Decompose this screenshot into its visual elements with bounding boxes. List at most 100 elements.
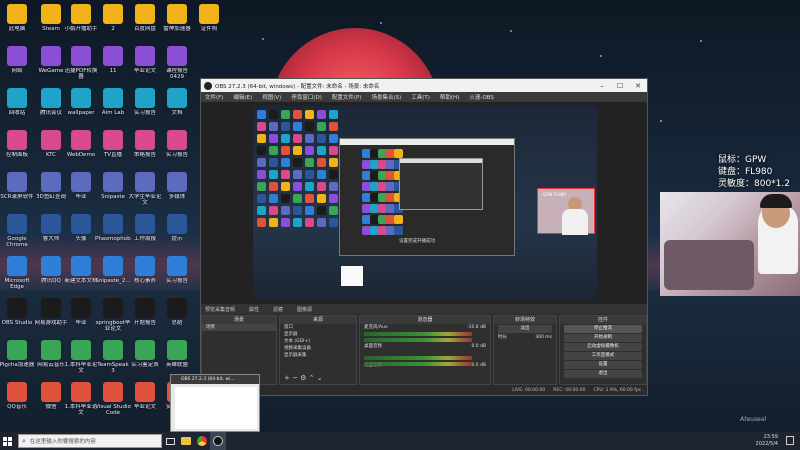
mixer-slider[interactable] xyxy=(364,338,472,342)
desktop-icon[interactable]: Snipaste xyxy=(96,170,130,211)
desktop-icon[interactable]: 1.本科毕业论文 xyxy=(64,380,98,421)
source-item[interactable]: 视频采集设备 xyxy=(280,345,356,352)
desktop-icon[interactable]: 证件照 xyxy=(192,2,226,43)
minimize-icon[interactable]: – xyxy=(593,82,611,90)
taskbar-thumbnail[interactable]: OBS 27.2.3 (64-bit, wi... xyxy=(170,374,260,432)
desktop-icon[interactable]: Aim Lab xyxy=(96,86,130,127)
desktop-icon[interactable]: TV直播 xyxy=(96,128,130,169)
settings-button[interactable]: 设置 xyxy=(564,361,642,369)
gear-overlay: 鼠标：GPW 键盘：FL980 灵敏度：800*1.2 xyxy=(718,154,790,190)
source-item[interactable]: 显示器采集 xyxy=(280,352,356,359)
obs-title: OBS 27.2.3 (64-bit, windows) - 配置文件: 未命名… xyxy=(215,83,380,90)
desktop-icon[interactable]: 实习报告 xyxy=(128,86,162,127)
notification-icon[interactable] xyxy=(786,436,794,445)
start-virtual-camera-button[interactable]: 启动虚拟摄像机 xyxy=(564,343,642,351)
desktop-icon[interactable]: springboot毕业论文 xyxy=(95,296,131,337)
desktop-icon[interactable]: 课程报告 0429 xyxy=(160,44,194,85)
desktop-icon[interactable]: 总结 xyxy=(160,296,194,337)
filters-button[interactable]: 滤镜 xyxy=(273,306,283,313)
desktop-icon[interactable]: Visual Studio Code xyxy=(95,380,131,421)
menu-tools[interactable]: 工具(T) xyxy=(411,93,430,101)
desktop-icon[interactable]: 工作周报 xyxy=(128,212,162,253)
desktop-icon[interactable]: 文档 xyxy=(160,86,194,127)
desktop-icon[interactable]: 毕业 xyxy=(64,296,98,337)
studio-mode-button[interactable]: 工作室模式 xyxy=(564,352,642,360)
desktop-icon[interactable]: WebDemo xyxy=(64,128,98,169)
image-source-button[interactable]: 图像源 xyxy=(297,306,312,313)
desktop-icon[interactable]: 1.本科毕业论文 xyxy=(64,338,98,379)
obs-preview-area: 设置完成开播成功 GPW FL980 xyxy=(201,102,647,304)
desktop-icon[interactable]: 百度网盘 xyxy=(128,2,162,43)
desktop-icon[interactable]: 雷神加速器 xyxy=(160,2,194,43)
chrome-icon[interactable] xyxy=(194,432,210,450)
task-view-icon[interactable] xyxy=(162,432,178,450)
exit-button[interactable]: 退出 xyxy=(564,370,642,378)
desktop-icon[interactable]: 小鹅开播助手 xyxy=(64,2,98,43)
menu-huosu[interactable]: 火速-OBS xyxy=(469,93,493,101)
scene-item[interactable]: 场景 xyxy=(202,324,276,331)
desktop-icon[interactable]: Snipaste_2... xyxy=(95,254,131,295)
desktop-icon[interactable]: wallpaper xyxy=(64,86,98,127)
desktop-icon[interactable]: OBS Studio xyxy=(0,296,34,337)
desktop-icon[interactable]: 毕业论文 xyxy=(128,380,162,421)
obs-taskbar-icon[interactable] xyxy=(210,432,226,450)
desktop-icon[interactable]: 大学生毕业论文 xyxy=(128,170,162,211)
desktop-icon[interactable]: Phasmophobia xyxy=(95,212,131,253)
source-item[interactable]: 文本 (GDI+) xyxy=(280,338,356,345)
desktop-icon[interactable]: 开题报告 xyxy=(128,296,162,337)
desktop-icon[interactable]: SCR录屏软件 xyxy=(0,170,34,211)
menu-view[interactable]: 视图(V) xyxy=(262,93,281,101)
desktop-icon[interactable]: 11 xyxy=(96,44,130,85)
desktop-icon[interactable]: 核心素养 xyxy=(128,254,162,295)
desktop-icon[interactable]: Google Chrome xyxy=(0,212,34,253)
maximize-icon[interactable]: ☐ xyxy=(611,82,629,90)
desktop-icon[interactable]: 新建文本文档 xyxy=(64,254,98,295)
desktop-icon[interactable]: Pigcha加速器 xyxy=(0,338,34,379)
app-icon xyxy=(7,46,27,66)
desktop-icon[interactable]: 迅捷PDF转换器 xyxy=(64,44,98,85)
stop-streaming-button[interactable]: 停止推流 xyxy=(564,325,642,333)
menu-docks[interactable]: 停靠窗口(D) xyxy=(291,93,322,101)
desktop-icon[interactable]: QQ音乐 xyxy=(0,380,34,421)
desktop-icon[interactable]: 多媒体 xyxy=(160,170,194,211)
sources-add-icon[interactable]: + − ⚙ ⌃ ⌄ xyxy=(284,374,323,382)
desktop-icon[interactable]: 网络 xyxy=(0,44,34,85)
mixer-slider[interactable] xyxy=(364,362,472,366)
desktop-icon[interactable]: 回收站 xyxy=(0,86,34,127)
desktop-icon[interactable]: 实习报告 xyxy=(160,128,194,169)
transition-select[interactable]: 淡出 xyxy=(498,325,552,333)
start-button[interactable] xyxy=(0,432,14,450)
source-item[interactable]: 窗口 xyxy=(280,324,356,331)
menu-scene-collection[interactable]: 场景集合(S) xyxy=(371,93,401,101)
desktop-icon[interactable]: 策略报告 xyxy=(128,128,162,169)
desktop-icon[interactable]: 控制面板 xyxy=(0,128,34,169)
transition-duration-input[interactable]: 300 ms xyxy=(535,334,552,341)
menu-help[interactable]: 帮助(H) xyxy=(440,93,459,101)
file-explorer-icon[interactable] xyxy=(178,432,194,450)
desktop-icon[interactable]: 毕业论文 xyxy=(128,44,162,85)
start-recording-button[interactable]: 开始录制 xyxy=(564,334,642,342)
menu-edit[interactable]: 编辑(E) xyxy=(233,93,252,101)
desktop-icon[interactable]: 英雄联盟 xyxy=(160,338,194,379)
menu-profile[interactable]: 配置文件(P) xyxy=(332,93,362,101)
taskbar-search[interactable]: ⌕ 在这里输入你要搜索的内容 xyxy=(18,434,162,448)
desktop-icon[interactable]: 毕业 xyxy=(64,170,98,211)
source-item[interactable]: 显示器 xyxy=(280,331,356,338)
close-icon[interactable]: ✕ xyxy=(629,82,647,90)
desktop-icon[interactable]: 头像 xyxy=(64,212,98,253)
desktop-icon[interactable]: 实习鉴定表 xyxy=(128,338,162,379)
obs-window[interactable]: OBS 27.2.3 (64-bit, windows) - 配置文件: 未命名… xyxy=(200,78,648,396)
desktop-icon[interactable]: 此电脑 xyxy=(0,2,34,43)
menu-file[interactable]: 文件(F) xyxy=(205,93,223,101)
app-icon xyxy=(71,256,91,276)
obs-preview[interactable]: 设置完成开播成功 GPW FL980 xyxy=(253,106,597,300)
desktop-icon[interactable]: 实习报告 xyxy=(160,254,194,295)
mini-icon xyxy=(257,194,266,203)
desktop-icon[interactable]: 提示 xyxy=(160,212,194,253)
desktop-icon[interactable]: 2 xyxy=(96,2,130,43)
system-tray-clock[interactable]: 23:59 2022/5/4 xyxy=(756,434,778,448)
obs-title-bar[interactable]: OBS 27.2.3 (64-bit, windows) - 配置文件: 未命名… xyxy=(201,79,647,92)
properties-button[interactable]: 属性 xyxy=(249,306,259,313)
desktop-icon[interactable]: TeamSpeak 3 xyxy=(96,338,130,379)
desktop-icon[interactable]: Microsoft Edge xyxy=(0,254,34,295)
